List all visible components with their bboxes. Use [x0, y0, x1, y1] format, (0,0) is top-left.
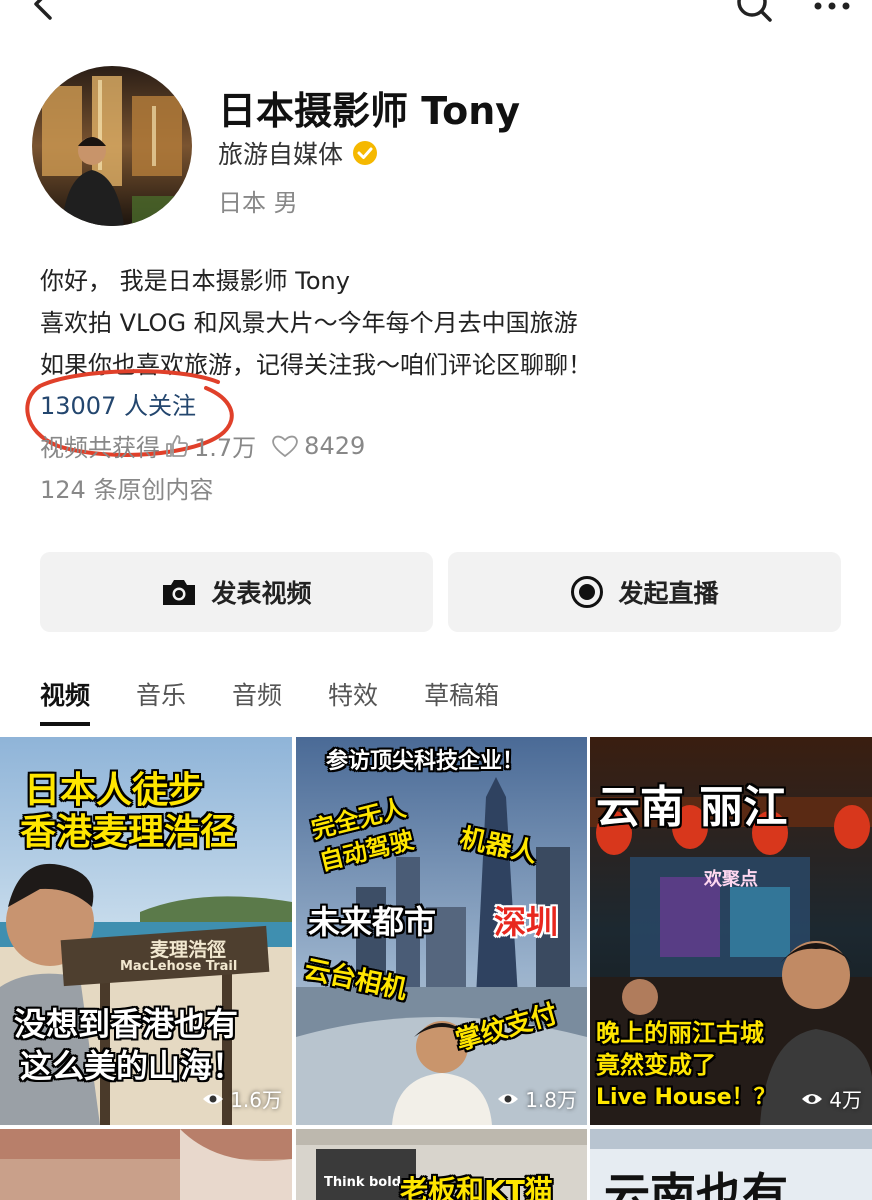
back-button[interactable] — [24, 0, 64, 26]
more-dots-icon — [814, 2, 850, 10]
profile-role: 旅游自媒体 — [218, 140, 344, 169]
top-bar — [0, 0, 872, 40]
search-icon — [737, 0, 772, 22]
content-tabs: 视频 音乐 音频 特效 草稿箱 — [40, 676, 545, 726]
trail-sign-english: MacLehose Trail — [120, 959, 238, 974]
view-count-value: 1.6万 — [230, 1088, 282, 1112]
eye-icon — [203, 1093, 224, 1104]
avatar[interactable] — [32, 66, 192, 226]
video-tag: 未来都市 — [308, 903, 437, 941]
video-thumbnail[interactable]: 日本人徒步 香港麦理浩径 麦理浩徑 MacLehose Trail 没想到香港也… — [0, 737, 292, 1125]
trail-sign-text: 麦理浩徑 — [150, 939, 227, 961]
view-count: 1.6万 — [202, 1084, 282, 1113]
bio-line: 喜欢拍 VLOG 和风景大片～今年每个月去中国旅游 — [40, 309, 578, 337]
video-subtitle-line: 竟然变成了 — [596, 1051, 716, 1079]
video-thumbnail[interactable]: 参访顶尖科技企业！ 完全无人 自动驾驶 机器人 未来都市 深圳 云台相机 掌纹支… — [296, 737, 587, 1125]
video-thumbnail[interactable]: Think bold 老板和KT猫 — [296, 1129, 587, 1200]
video-tag: 深圳 — [494, 903, 559, 941]
start-live-button[interactable]: 发起直播 — [448, 552, 841, 632]
search-button[interactable] — [734, 0, 774, 24]
tab-video[interactable]: 视频 — [40, 676, 91, 726]
verified-badge-icon — [351, 139, 379, 167]
profile-meta: 日本 男 — [218, 189, 298, 217]
original-content-count: 124 条原创内容 — [40, 476, 214, 504]
video-title: 参访顶尖科技企业！ — [326, 749, 525, 774]
video-title: 老板和KT猫 — [400, 1174, 553, 1200]
profile-name: 日本摄影师 Tony — [218, 89, 521, 133]
start-live-label: 发起直播 — [618, 579, 719, 608]
tab-drafts[interactable]: 草稿箱 — [424, 676, 499, 726]
tab-music[interactable]: 音乐 — [136, 676, 186, 726]
sign-text: Think bold — [324, 1175, 402, 1190]
heart-icon — [272, 435, 298, 457]
video-title: 云南 丽江 — [596, 782, 788, 833]
tab-effects[interactable]: 特效 — [328, 676, 378, 726]
role-row: 旅游自媒体 — [218, 136, 379, 170]
video-subtitle-line: 晚上的丽江古城 — [596, 1019, 764, 1047]
favorites-count: 8429 — [304, 431, 366, 460]
likes-count: 1.7万 — [194, 434, 257, 462]
post-video-button[interactable]: 发表视频 — [40, 552, 433, 632]
video-thumbnail[interactable] — [0, 1129, 292, 1200]
eye-icon — [498, 1093, 519, 1104]
view-count: 1.8万 — [497, 1084, 577, 1113]
eye-icon — [802, 1093, 823, 1104]
video-subtitle-line: 没想到香港也有 — [14, 1005, 239, 1043]
post-video-label: 发表视频 — [211, 579, 312, 608]
video-title: 云南也有 — [604, 1168, 788, 1200]
more-button[interactable] — [810, 0, 854, 16]
thumbs-up-icon — [166, 434, 188, 457]
video-subtitle-line: Live House！？ — [596, 1085, 776, 1110]
video-thumbnail[interactable]: 云南 丽江 欢聚点 晚上的丽江古城 竟然变成了 Live House！？ 4万 — [590, 737, 872, 1125]
view-count-value: 4万 — [829, 1088, 862, 1112]
view-count-value: 1.8万 — [525, 1088, 577, 1112]
bar-sign-text: 欢聚点 — [704, 869, 758, 890]
video-thumbnail[interactable]: 云南也有 — [590, 1129, 872, 1200]
live-record-icon — [571, 576, 604, 608]
tab-audio[interactable]: 音频 — [232, 676, 282, 726]
stats-row: 视频共获得 1.7万 8429 — [40, 428, 365, 463]
bio-line: 你好， 我是日本摄影师 Tony — [40, 267, 350, 295]
view-count: 4万 — [801, 1084, 862, 1113]
chevron-left-icon — [34, 0, 52, 20]
stats-label: 视频共获得 — [40, 434, 160, 462]
camera-icon — [163, 580, 196, 605]
video-subtitle-line: 这么美的山海！ — [20, 1047, 245, 1085]
video-title-line: 香港麦理浩径 — [20, 812, 237, 853]
